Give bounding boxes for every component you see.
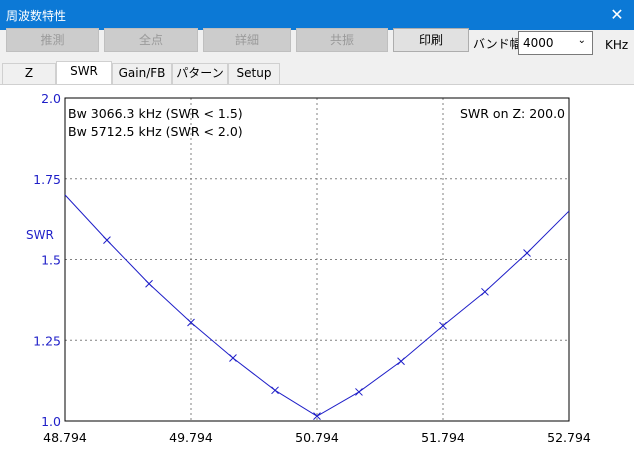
swr-chart: 1.0 1.25 1.5 1.75 2.0 48.794 49.794 50.794 51.7… (26, 91, 591, 445)
y-axis-label: SWR (26, 228, 54, 242)
chart-grid (65, 98, 569, 421)
y-tick-label: 1.5 (41, 253, 61, 268)
x-tick-label: 52.794 (547, 430, 591, 445)
tab-gain-fb[interactable]: Gain/FB (112, 63, 172, 84)
data-point-marker (523, 249, 531, 257)
data-point-marker (103, 236, 111, 244)
window-body: 推測 全点 詳細 共振 印刷 バンド幅 4000 ⌄ KHz Z SWR Gai… (0, 28, 634, 455)
bandwidth-unit: KHz (605, 38, 629, 52)
all-points-button[interactable]: 全点 (104, 28, 198, 52)
annotation-swr-on-z: SWR on Z: 200.0 (460, 106, 565, 121)
print-button[interactable]: 印刷 (393, 28, 469, 52)
y-tick-label: 2.0 (41, 91, 61, 106)
data-point-marker (397, 357, 405, 366)
tab-z[interactable]: Z (2, 63, 56, 84)
bandwidth-label: バンド幅 (473, 37, 522, 51)
tab-swr[interactable]: SWR (56, 61, 112, 85)
data-point-marker (355, 388, 363, 396)
x-tick-label: 50.794 (295, 430, 339, 445)
data-point-marker (145, 279, 153, 288)
x-tick-label: 51.794 (421, 430, 465, 445)
bandwidth-value: 4000 (523, 36, 554, 50)
data-point-marker (229, 354, 237, 362)
data-point-marker (271, 386, 279, 395)
annotation-bw-1-5: Bw 3066.3 kHz (SWR < 1.5) (68, 106, 243, 121)
x-tick-labels: 48.794 49.794 50.794 51.794 52.794 (43, 430, 591, 445)
close-icon[interactable]: ✕ (600, 0, 634, 30)
tab-bar: Z SWR Gain/FB パターン Setup (0, 61, 634, 85)
swr-panel: 1.0 1.25 1.5 1.75 2.0 48.794 49.794 50.794 51.7… (0, 84, 634, 455)
title-bar: 周波数特性 ✕ (0, 0, 634, 30)
detail-button[interactable]: 詳細 (203, 28, 291, 52)
x-tick-label: 48.794 (43, 430, 87, 445)
estimate-button[interactable]: 推測 (6, 28, 99, 52)
x-tick-label: 49.794 (169, 430, 213, 445)
bandwidth-select[interactable]: 4000 ⌄ (518, 31, 593, 55)
y-tick-label: 1.75 (33, 172, 61, 187)
y-tick-label: 1.0 (41, 414, 61, 429)
resonance-button[interactable]: 共振 (296, 28, 388, 52)
chevron-down-icon: ⌄ (577, 35, 586, 46)
y-tick-label: 1.25 (33, 333, 61, 348)
data-point-marker (481, 287, 489, 296)
tab-pattern[interactable]: パターン (172, 63, 228, 84)
y-tick-labels: 1.0 1.25 1.5 1.75 2.0 (33, 91, 61, 429)
tab-setup[interactable]: Setup (228, 63, 280, 84)
annotation-bw-2-0: Bw 5712.5 kHz (SWR < 2.0) (68, 124, 243, 139)
window-title: 周波数特性 (6, 9, 67, 23)
